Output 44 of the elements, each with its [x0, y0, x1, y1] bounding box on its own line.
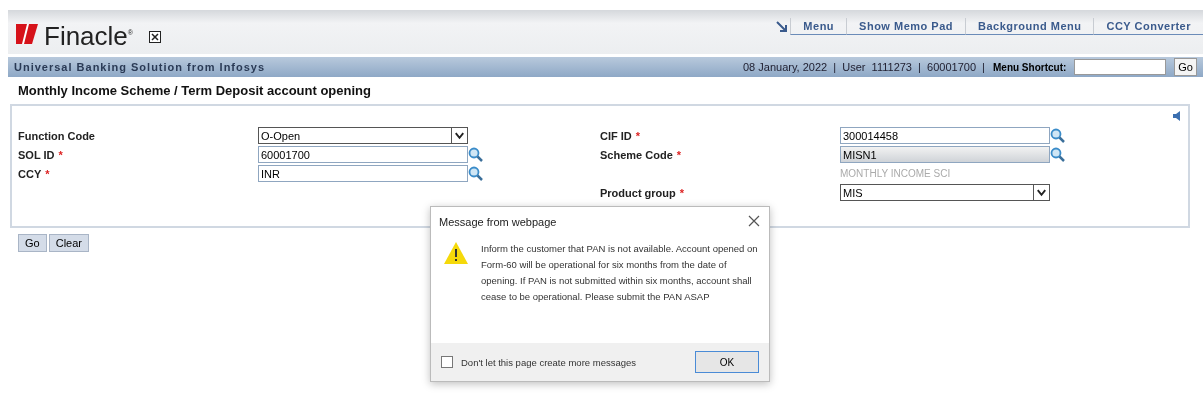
ok-button[interactable]: OK [695, 351, 759, 373]
menu-link[interactable]: Show Memo Pad [846, 18, 965, 35]
dropdown[interactable]: MIS [840, 184, 1050, 201]
caret-icon[interactable] [451, 128, 467, 143]
dialog-message: Inform the customer that PAN is not available. Account opened on Form-60 will be operational for six months from the date of opening. If PAN is not submitted within six months, account shall cease to be operational. Please submit the PAN ASAP [481, 242, 759, 304]
dialog-title: Message from webpage [439, 216, 557, 228]
logo-text: Finacle$^{®}$ [44, 20, 133, 49]
action-button[interactable]: Go [18, 234, 47, 252]
input-field[interactable]: 300014458 [840, 127, 1050, 144]
close-button[interactable] [747, 215, 761, 229]
input-field[interactable]: INR [258, 165, 468, 182]
search-icon[interactable] [1050, 127, 1066, 144]
shortcut-field[interactable] [1074, 59, 1167, 75]
field-label: CCY [18, 167, 42, 180]
required-mark: * [635, 129, 641, 142]
menu-link[interactable]: CCY Converter [1093, 18, 1203, 35]
required-mark: * [676, 148, 682, 161]
field-label: SOL ID [18, 148, 55, 161]
close-icon[interactable] [149, 31, 161, 44]
checkbox-label[interactable]: Don't let this page create more messages [441, 356, 636, 368]
warning-icon [443, 241, 469, 265]
banner-title: Universal Banking Solution from Infosys [14, 61, 266, 73]
menu-link[interactable]: Background Menu [965, 18, 1094, 35]
input-field[interactable]: 60001700 [258, 146, 468, 163]
logo-icon [16, 24, 38, 45]
checkbox[interactable] [441, 356, 453, 368]
menu-link[interactable]: Menu [790, 18, 847, 35]
go-button[interactable]: Go [1174, 58, 1197, 76]
search-icon[interactable] [468, 165, 484, 182]
field-label: CIF ID [600, 129, 632, 142]
action-button[interactable]: Clear [48, 234, 89, 252]
field-label: Product group [600, 186, 676, 199]
caret-icon[interactable] [1033, 185, 1049, 200]
required-mark: * [58, 148, 63, 161]
field-label: Scheme Code [600, 148, 673, 161]
session-info: 08 January, 2022 | User 1111273 | 60001700 | [743, 61, 985, 73]
required-mark: * [45, 167, 50, 180]
dropdown[interactable]: O-Open [258, 127, 468, 144]
shortcut-label: Menu Shortcut: [993, 61, 1067, 73]
description-text: MONTHLY INCOME SCI [840, 168, 952, 179]
required-mark: * [679, 186, 685, 199]
page-title: Monthly Income Scheme / Term Deposit account opening [18, 83, 372, 98]
search-icon[interactable] [468, 146, 484, 163]
field-label: Function Code [18, 129, 95, 142]
